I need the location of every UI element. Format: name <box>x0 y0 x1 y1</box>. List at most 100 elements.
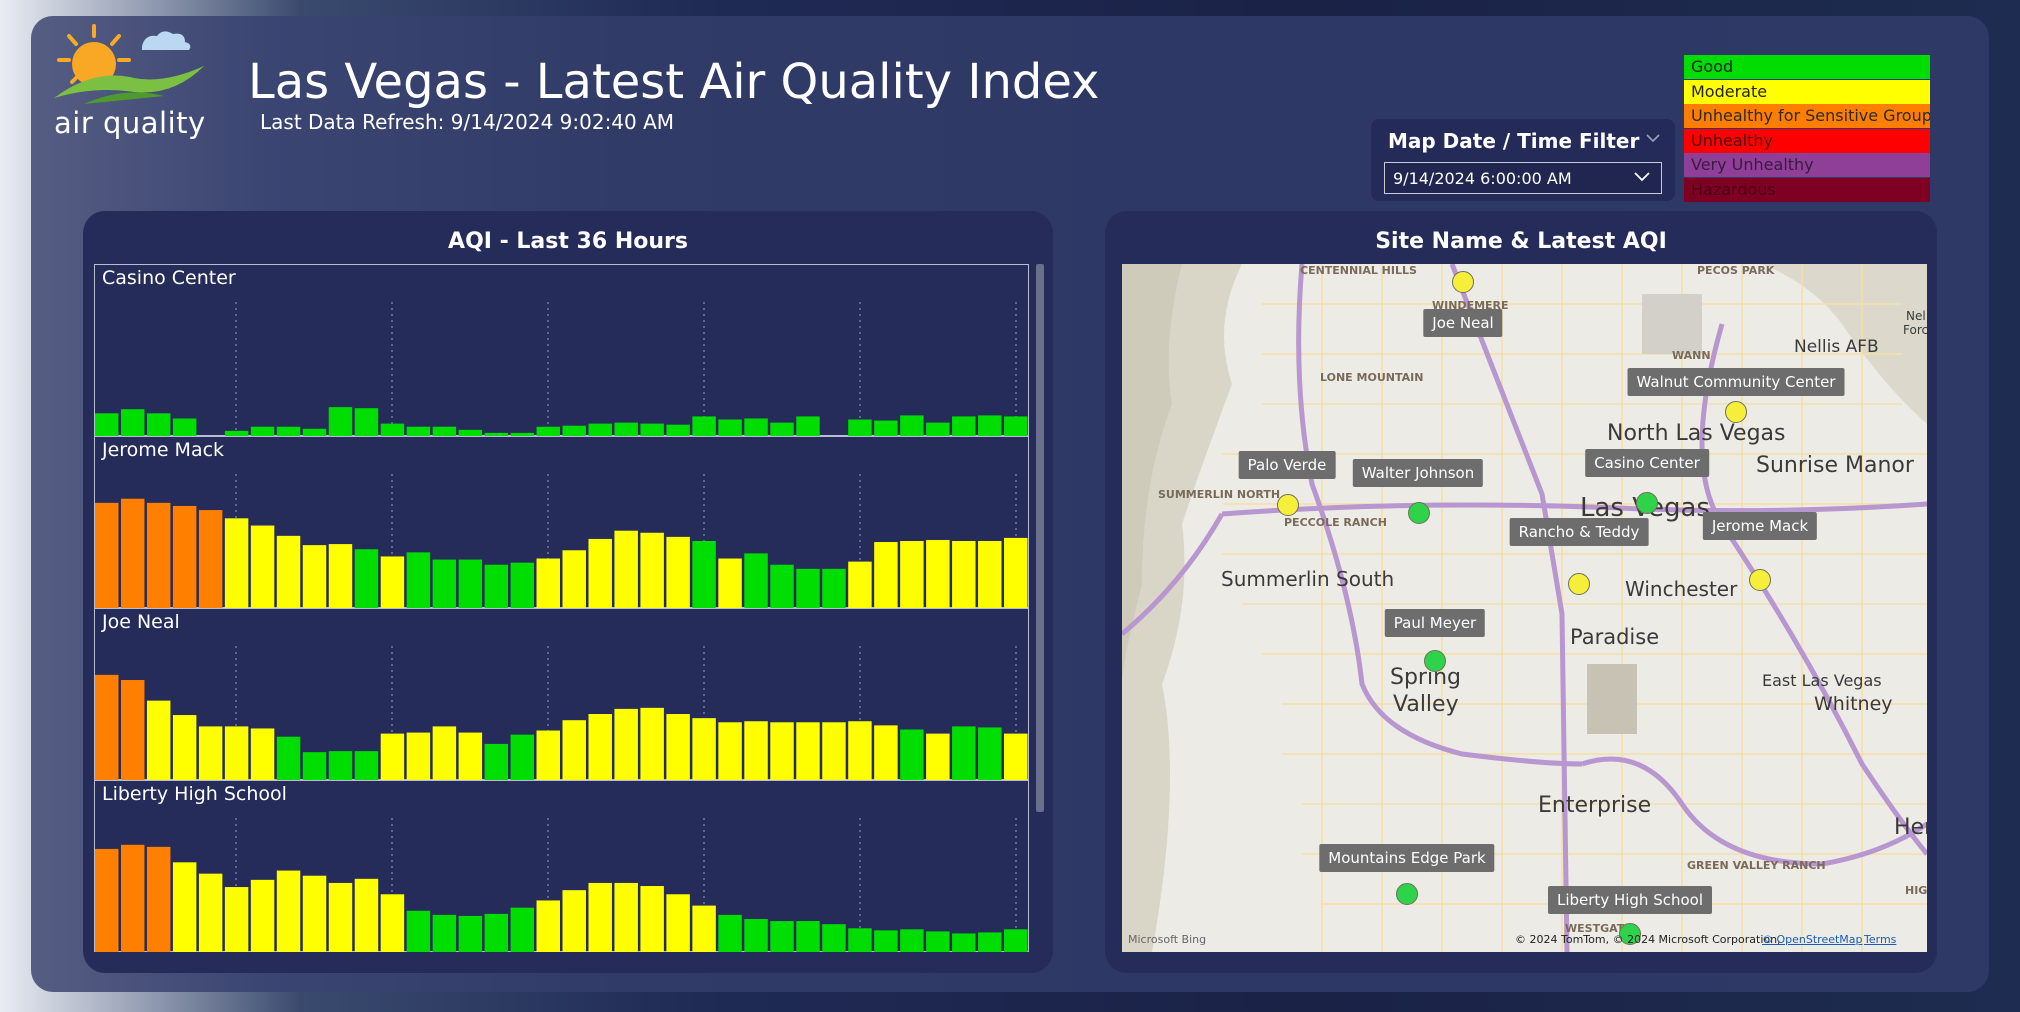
site-marker[interactable] <box>1725 401 1747 423</box>
aqi-bar[interactable] <box>510 562 535 608</box>
aqi-bar[interactable] <box>926 422 950 436</box>
aqi-bar[interactable] <box>146 413 171 436</box>
aqi-bar[interactable] <box>588 538 612 608</box>
aqi-bar[interactable] <box>718 722 742 780</box>
aqi-bar[interactable] <box>926 931 950 952</box>
aqi-bar[interactable] <box>848 561 872 608</box>
aqi-bar[interactable] <box>640 886 664 952</box>
aqi-bar[interactable] <box>900 415 924 436</box>
aqi-bar[interactable] <box>510 907 535 952</box>
aqi-bar[interactable] <box>666 536 690 608</box>
aqi-bar[interactable] <box>718 419 742 436</box>
aqi-bar[interactable] <box>666 894 690 952</box>
chart-scrollbar[interactable] <box>1036 264 1044 812</box>
aqi-bar[interactable] <box>510 734 535 780</box>
aqi-bar[interactable] <box>848 419 872 436</box>
aqi-bar[interactable] <box>692 718 716 780</box>
aqi-bar[interactable] <box>718 914 742 952</box>
aqi-bar[interactable] <box>380 423 405 436</box>
aqi-bar[interactable] <box>978 727 1002 780</box>
aqi-bar[interactable] <box>276 870 301 952</box>
site-marker[interactable] <box>1568 573 1590 595</box>
aqi-bar[interactable] <box>198 873 223 952</box>
aqi-bar[interactable] <box>250 525 275 608</box>
aqi-bar[interactable] <box>978 415 1002 436</box>
aqi-bar[interactable] <box>95 674 119 780</box>
aqi-bar[interactable] <box>1004 537 1028 608</box>
aqi-bar[interactable] <box>692 905 716 952</box>
aqi-bar[interactable] <box>432 559 457 608</box>
aqi-bar[interactable] <box>952 726 976 780</box>
aqi-bar[interactable] <box>120 844 145 952</box>
aqi-bar[interactable] <box>692 416 716 436</box>
aqi-bar[interactable] <box>250 728 275 780</box>
aqi-bar[interactable] <box>224 726 249 780</box>
aqi-bar[interactable] <box>744 418 768 436</box>
aqi-bar[interactable] <box>744 553 768 608</box>
aqi-bar[interactable] <box>406 552 431 608</box>
site-marker[interactable] <box>1452 271 1474 293</box>
site-marker[interactable] <box>1424 650 1446 672</box>
aqi-bar[interactable] <box>302 428 327 436</box>
aqi-bar[interactable] <box>406 732 431 780</box>
aqi-bar[interactable] <box>354 408 379 436</box>
aqi-bar[interactable] <box>120 680 145 780</box>
aqi-bar[interactable] <box>744 919 768 952</box>
aqi-bar[interactable] <box>380 556 405 608</box>
aqi-bar[interactable] <box>458 732 483 780</box>
aqi-bar[interactable] <box>406 426 431 436</box>
aqi-bar[interactable] <box>822 924 846 952</box>
aqi-bar[interactable] <box>328 751 353 780</box>
aqi-bar[interactable] <box>874 725 898 780</box>
aqi-bar[interactable] <box>822 568 846 608</box>
aqi-bar[interactable] <box>120 409 145 436</box>
aqi-bar[interactable] <box>302 752 327 780</box>
aqi-bar[interactable] <box>796 722 820 780</box>
aqi-bar[interactable] <box>614 530 638 608</box>
aqi-bar[interactable] <box>796 921 820 952</box>
aqi-bar[interactable] <box>614 882 638 952</box>
terms-link[interactable]: Terms <box>1864 933 1896 946</box>
aqi-bar[interactable] <box>1004 416 1028 436</box>
aqi-bar[interactable] <box>796 568 820 608</box>
aqi-bar[interactable] <box>146 502 171 608</box>
aqi-bar[interactable] <box>562 720 586 780</box>
aqi-bar[interactable] <box>276 426 301 436</box>
aqi-bar[interactable] <box>588 423 612 436</box>
aqi-bar[interactable] <box>95 413 119 436</box>
aqi-bar[interactable] <box>354 878 379 952</box>
site-marker[interactable] <box>1749 569 1771 591</box>
aqi-bar[interactable] <box>302 545 327 608</box>
site-marker[interactable] <box>1408 502 1430 524</box>
aqi-bar[interactable] <box>900 729 924 780</box>
aqi-bar[interactable] <box>562 890 586 952</box>
aqi-bar[interactable] <box>198 510 223 608</box>
datetime-select[interactable]: 9/14/2024 6:00:00 AM <box>1384 162 1662 194</box>
aqi-bar[interactable] <box>250 879 275 952</box>
aqi-bar[interactable] <box>952 541 976 608</box>
aqi-bar[interactable] <box>978 932 1002 952</box>
aqi-bar[interactable] <box>276 535 301 608</box>
aqi-bar[interactable] <box>172 505 197 608</box>
aqi-bar[interactable] <box>276 736 301 780</box>
aqi-bar[interactable] <box>536 426 560 436</box>
site-map[interactable]: CENTENNIAL HILLS WINDEMERE PECOS PARK LO… <box>1122 264 1927 952</box>
aqi-bar[interactable] <box>484 432 509 436</box>
aqi-bar[interactable] <box>406 910 431 952</box>
aqi-bar[interactable] <box>926 539 950 608</box>
osm-link[interactable]: © OpenStreetMap <box>1762 933 1863 946</box>
site-marker[interactable] <box>1396 883 1418 905</box>
aqi-bar[interactable] <box>146 846 171 952</box>
aqi-bar[interactable] <box>614 708 638 780</box>
aqi-bar[interactable] <box>770 422 794 436</box>
aqi-bar[interactable] <box>172 715 197 780</box>
aqi-bar[interactable] <box>250 426 275 436</box>
aqi-bar[interactable] <box>432 914 457 952</box>
aqi-bar[interactable] <box>328 544 353 608</box>
dropdown-arrow-icon[interactable] <box>1633 171 1651 183</box>
aqi-bar[interactable] <box>484 913 509 952</box>
aqi-bar[interactable] <box>874 420 898 436</box>
aqi-bar[interactable] <box>1004 733 1028 780</box>
aqi-bar[interactable] <box>952 416 976 436</box>
aqi-bar[interactable] <box>95 848 119 952</box>
